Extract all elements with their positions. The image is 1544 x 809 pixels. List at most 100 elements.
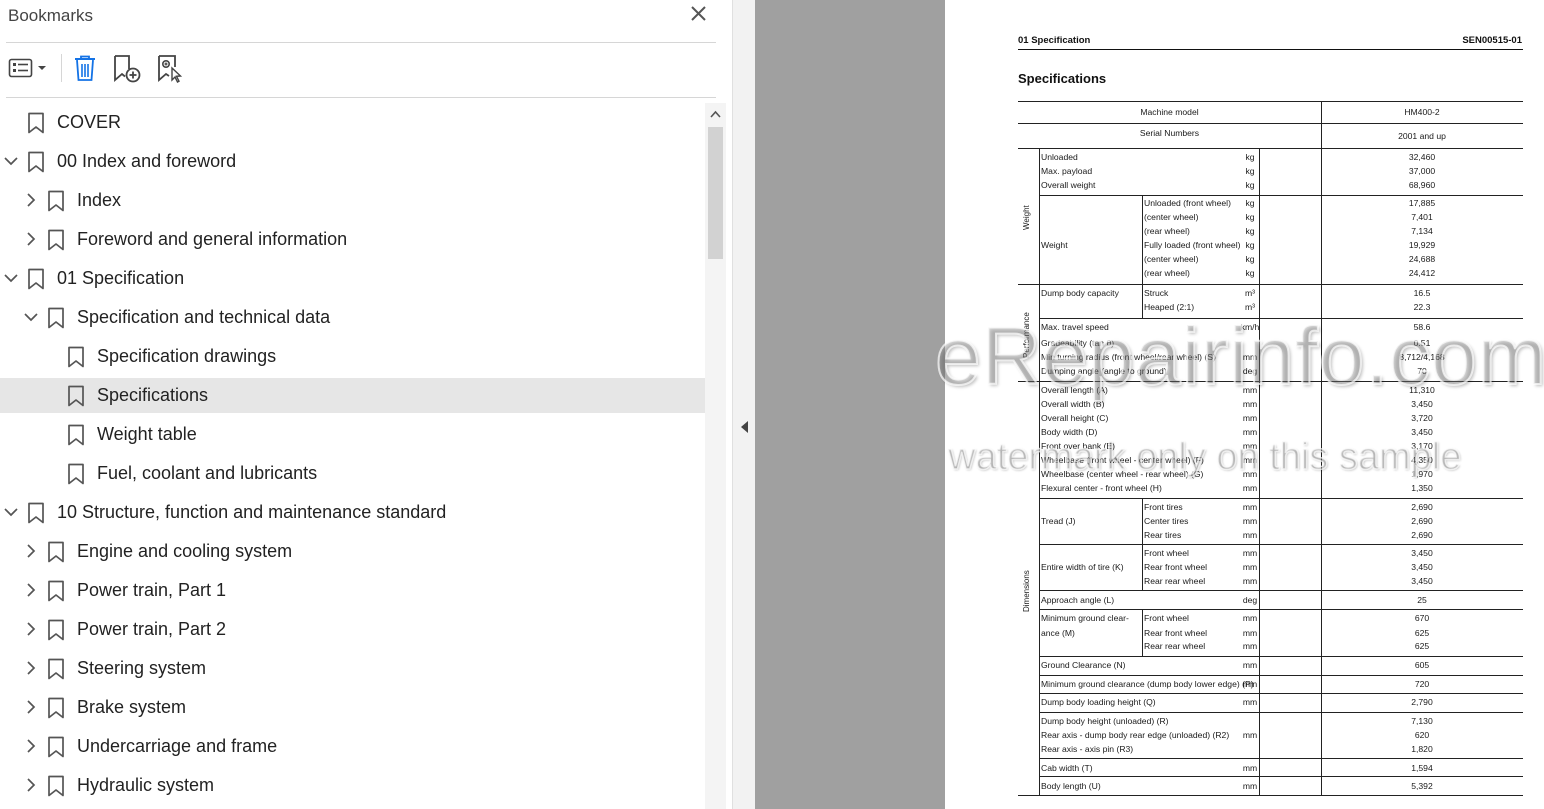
spec-value: 24,688 [1408, 254, 1436, 264]
panel-splitter[interactable] [733, 0, 755, 809]
document-page: 01 Specification SEN00515-01 Specificati… [945, 0, 1544, 809]
spec-subname: Rear front wheel [1144, 628, 1208, 638]
spec-name: Rear axis - dump body rear edge (unloade… [1041, 730, 1230, 740]
bookmark-icon [48, 580, 64, 602]
bookmark-label: Steering system [77, 658, 207, 678]
spec-unit: mm [1242, 628, 1258, 638]
spec-value: 1,820 [1411, 744, 1433, 754]
spec-name: Rear axis - axis pin (R3) [1041, 744, 1134, 754]
add-bookmark-button[interactable] [112, 50, 142, 86]
chevron-down-icon[interactable] [23, 309, 39, 325]
table-rule [1018, 123, 1523, 124]
spec-unit: deg [1242, 595, 1258, 605]
spec-value: 5,392 [1411, 781, 1433, 791]
delete-bookmark-button[interactable] [72, 50, 98, 86]
chevron-right-icon[interactable] [23, 738, 39, 754]
spec-name: Ground Clearance (N) [1041, 660, 1126, 670]
bookmark-item[interactable]: COVER [0, 105, 705, 140]
bookmark-icon [28, 268, 44, 290]
bookmark-item[interactable]: Specification and technical data [0, 300, 705, 335]
collapse-panel-icon[interactable] [739, 420, 749, 434]
spec-unit: mm [1242, 763, 1258, 773]
chevron-right-icon[interactable] [23, 231, 39, 247]
table-rule [1039, 675, 1523, 676]
bookmark-item[interactable]: Power train, Part 1 [0, 573, 705, 608]
trash-icon [75, 55, 95, 81]
spec-value: 2,790 [1411, 697, 1433, 707]
bookmark-item[interactable]: Brake system [0, 690, 705, 725]
chevron-down-icon[interactable] [3, 504, 19, 520]
spec-unit: m³ [1244, 288, 1256, 298]
spec-unit: mm [1242, 483, 1258, 493]
bookmark-icon [48, 736, 64, 758]
scroll-up-button[interactable] [705, 103, 726, 125]
spec-subname: Front wheel [1144, 548, 1189, 558]
bookmark-item[interactable]: Fuel, coolant and lubricants [0, 456, 705, 491]
bookmark-item[interactable]: Steering system [0, 651, 705, 686]
bookmark-item[interactable]: 10 Structure, function and maintenance s… [0, 495, 705, 530]
bookmark-item[interactable]: Weight table [0, 417, 705, 452]
bookmark-item[interactable]: Engine and cooling system [0, 534, 705, 569]
bookmark-icon [68, 424, 84, 446]
chevron-down-icon[interactable] [3, 153, 19, 169]
spec-name: Overall height (C) [1041, 413, 1109, 423]
bookmark-item[interactable]: Foreword and general information [0, 222, 705, 257]
spec-name: Max. payload [1041, 166, 1093, 176]
spec-name: Dump body loading height (Q) [1041, 697, 1156, 707]
scroll-thumb[interactable] [708, 127, 723, 259]
bookmark-icon [48, 619, 64, 641]
expand-bookmark-button[interactable] [156, 50, 184, 86]
spec-value: 24,412 [1408, 268, 1436, 278]
table-rule [1039, 693, 1523, 694]
spec-value: 620 [1414, 730, 1430, 740]
bookmark-label: Weight table [97, 424, 197, 444]
bookmark-label: Specifications [97, 385, 209, 405]
bookmark-tree: COVER 00 Index and foreword Index Foreword … [0, 102, 705, 809]
bookmark-label: Brake system [77, 697, 187, 717]
bookmark-item[interactable]: Specifications [0, 378, 705, 413]
table-rule [1018, 284, 1523, 285]
chevron-right-icon[interactable] [23, 621, 39, 637]
bookmark-icon [48, 229, 64, 251]
bookmark-item[interactable]: Index [0, 183, 705, 218]
bookmark-label: Specification and technical data [77, 307, 331, 327]
list-options-icon [8, 58, 46, 78]
chevron-right-icon[interactable] [23, 660, 39, 676]
bookmark-icon [48, 541, 64, 563]
spec-unit: kg [1245, 212, 1255, 222]
spec-unit: kg [1245, 166, 1255, 176]
chevron-right-icon[interactable] [23, 699, 39, 715]
chevron-right-icon[interactable] [23, 192, 39, 208]
spec-unit: mm [1242, 516, 1258, 526]
bookmark-item[interactable]: 00 Index and foreword [0, 144, 705, 179]
bookmark-label: 10 Structure, function and maintenance s… [57, 502, 447, 522]
chevron-right-icon[interactable] [23, 777, 39, 793]
spec-subname: Rear rear wheel [1144, 576, 1206, 586]
serial-numbers-value: 2001 and up [1398, 131, 1446, 141]
bookmark-label: COVER [57, 112, 122, 132]
spec-value: 720 [1414, 679, 1430, 689]
bookmark-item[interactable]: 01 Specification [0, 261, 705, 296]
bookmark-item[interactable]: Undercarriage and frame [0, 729, 705, 764]
bookmark-item[interactable]: Specification drawings [0, 339, 705, 374]
spec-unit: mm [1242, 641, 1258, 651]
chevron-right-icon[interactable] [23, 582, 39, 598]
bookmark-item[interactable]: Hydraulic system [0, 768, 705, 803]
table-rule [1039, 656, 1523, 657]
table-rule [1018, 101, 1523, 102]
bookmark-item[interactable]: Power train, Part 2 [0, 612, 705, 647]
spec-subname: Rear tires [1144, 530, 1182, 540]
spec-name: ance (M) [1041, 628, 1075, 638]
table-rule [1039, 498, 1523, 499]
table-rule [1142, 195, 1143, 284]
spec-unit: kg [1245, 180, 1255, 190]
spec-name: Entire width of tire (K) [1041, 562, 1124, 572]
spec-value: 17,885 [1408, 198, 1436, 208]
chevron-down-icon[interactable] [3, 270, 19, 286]
spec-subname: Rear front wheel [1144, 562, 1208, 572]
chevron-right-icon[interactable] [23, 543, 39, 559]
spec-name: Approach angle (L) [1041, 595, 1115, 605]
close-panel-button[interactable] [688, 3, 710, 27]
options-menu-button[interactable] [8, 50, 50, 86]
scrollbar[interactable] [705, 103, 726, 809]
